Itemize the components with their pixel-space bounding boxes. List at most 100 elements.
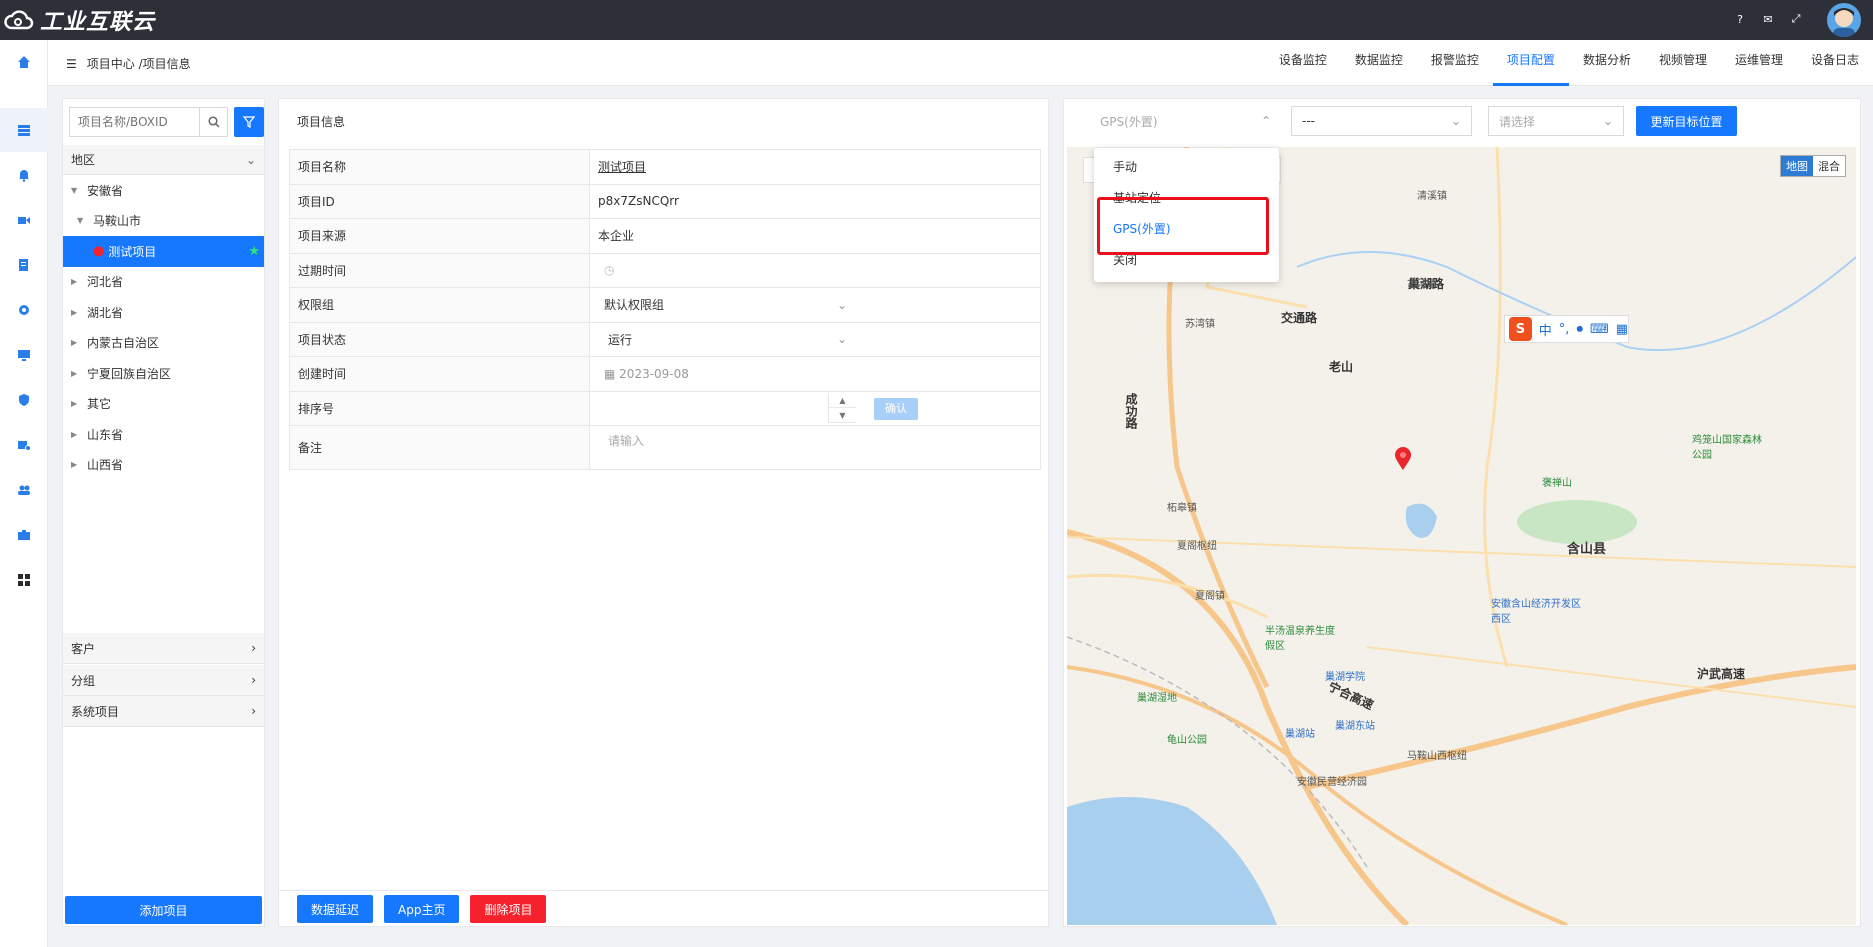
caret-right-icon: ▶ bbox=[71, 307, 78, 317]
document-icon[interactable] bbox=[0, 243, 48, 287]
accordion-group[interactable]: 分组 › bbox=[63, 665, 264, 696]
third-select[interactable]: 请选择 ⌄ bbox=[1488, 106, 1624, 136]
map-label: 交通路 bbox=[1281, 311, 1318, 325]
tree-node-shanxi[interactable]: ▶ 山西省 bbox=[63, 450, 264, 481]
home-icon[interactable] bbox=[0, 40, 48, 84]
users-icon[interactable] bbox=[0, 468, 48, 512]
quantity-stepper[interactable]: ▲ ▼ bbox=[828, 393, 856, 424]
menu-toggle-icon[interactable]: ☰ bbox=[66, 57, 77, 71]
tree-node-anhui[interactable]: ▼ 安徽省 bbox=[63, 175, 264, 206]
tree-node-hubei[interactable]: ▶ 湖北省 bbox=[63, 297, 264, 328]
delete-project-button[interactable]: 删除项目 bbox=[470, 895, 547, 923]
ime-toolbar[interactable]: S 中 °, ⏺ ⌨ ▦ bbox=[1504, 315, 1629, 343]
tab-device-monitor[interactable]: 设备监控 bbox=[1265, 40, 1341, 86]
map-type-hybrid[interactable]: 混合 bbox=[1813, 156, 1845, 176]
search-button[interactable] bbox=[200, 107, 228, 137]
increment-icon[interactable]: ▲ bbox=[829, 393, 856, 409]
map-label: 巢湖站 bbox=[1285, 729, 1315, 740]
project-sidebar: 地区 ⌄ ▼安徽省 ▼马鞍山市 ⬤测试项目★ ▶河北省 ▶湖北省 ▶内蒙古自治区… bbox=[62, 98, 265, 927]
tab-data-monitor[interactable]: 数据监控 bbox=[1341, 40, 1417, 86]
tab-ops-manage[interactable]: 运维管理 bbox=[1721, 40, 1797, 86]
help-icon[interactable]: ? bbox=[1733, 12, 1747, 26]
settings-icon[interactable] bbox=[0, 288, 48, 332]
caret-right-icon: ▶ bbox=[71, 368, 78, 378]
briefcase-icon[interactable] bbox=[0, 513, 48, 557]
tab-video-manage[interactable]: 视频管理 bbox=[1645, 40, 1721, 86]
option-manual[interactable]: 手动 bbox=[1094, 152, 1279, 183]
action-bar: 数据延迟 App主页 删除项目 bbox=[279, 890, 1048, 927]
tree-node-maanshan[interactable]: ▼ 马鞍山市 bbox=[63, 206, 264, 237]
project-icon[interactable] bbox=[0, 108, 48, 152]
chevron-right-icon: › bbox=[251, 704, 256, 718]
region-section-header[interactable]: 地区 ⌄ bbox=[63, 145, 264, 175]
sort-number-input[interactable] bbox=[590, 393, 828, 423]
tree-node-test-project[interactable]: ⬤ 测试项目 ★ bbox=[63, 236, 264, 267]
map-label: 褒禅山 bbox=[1542, 478, 1572, 489]
panel-title: 项目信息 bbox=[297, 115, 346, 129]
map-label: 苏湾镇 bbox=[1185, 319, 1215, 330]
data-delay-button[interactable]: 数据延迟 bbox=[297, 895, 374, 923]
tab-data-analysis[interactable]: 数据分析 bbox=[1569, 40, 1645, 86]
project-status-select[interactable]: 运行 ⌄ bbox=[598, 331, 853, 348]
page-header: ☰ 项目中心 /项目信息 设备监控 数据监控 报警监控 项目配置 数据分析 视频… bbox=[48, 40, 1873, 86]
second-select[interactable]: --- ⌄ bbox=[1291, 106, 1472, 136]
star-icon[interactable]: ★ bbox=[248, 244, 260, 259]
project-name-value[interactable]: 测试项目 bbox=[598, 160, 646, 174]
tab-device-log[interactable]: 设备日志 bbox=[1797, 40, 1873, 86]
cloud-logo-icon bbox=[4, 10, 34, 30]
caret-right-icon: ▶ bbox=[71, 429, 78, 439]
tree-node-other[interactable]: ▶ 其它 bbox=[63, 389, 264, 420]
fullscreen-icon[interactable]: ⤢ bbox=[1789, 12, 1803, 26]
tree-node-shandong[interactable]: ▶ 山东省 bbox=[63, 419, 264, 450]
bell-icon[interactable] bbox=[0, 153, 48, 197]
logo-text: 工业互联云 bbox=[40, 10, 156, 35]
accordion-system-project[interactable]: 系统项目 › bbox=[63, 696, 264, 727]
update-location-button[interactable]: 更新目标位置 bbox=[1636, 106, 1737, 136]
top-bar: 工业互联云 ? ✉ ⤢ bbox=[0, 0, 1873, 40]
tab-alarm-monitor[interactable]: 报警监控 bbox=[1417, 40, 1493, 86]
accordion-customer[interactable]: 客户 › bbox=[63, 633, 264, 664]
permission-group-select[interactable]: 默认权限组 ⌄ bbox=[598, 296, 853, 313]
tab-project-config[interactable]: 项目配置 bbox=[1492, 40, 1569, 86]
chevron-down-icon: ⌄ bbox=[836, 332, 847, 347]
app-logo[interactable]: 工业互联云 bbox=[4, 6, 156, 35]
caret-right-icon: ▶ bbox=[71, 277, 78, 287]
project-search-input[interactable] bbox=[69, 107, 200, 137]
chevron-right-icon: › bbox=[251, 641, 256, 655]
table-row: 创建时间 ▦ 2023-09-08 bbox=[289, 356, 1041, 392]
avatar[interactable] bbox=[1827, 3, 1861, 37]
remark-textarea[interactable]: 请输入 bbox=[598, 434, 644, 448]
breadcrumb-text: 项目中心 /项目信息 bbox=[86, 57, 191, 71]
microphone-icon[interactable]: ⏺ bbox=[1576, 322, 1583, 337]
location-marker[interactable] bbox=[1394, 447, 1412, 474]
apps-icon[interactable]: ▦ bbox=[1616, 322, 1628, 337]
device-settings-icon[interactable] bbox=[0, 423, 48, 467]
map-label: 马鞍山西枢纽 bbox=[1407, 751, 1467, 762]
tree-node-hebei[interactable]: ▶ 河北省 bbox=[63, 267, 264, 298]
chevron-right-icon: › bbox=[251, 673, 256, 687]
tree-node-ningxia[interactable]: ▶ 宁夏回族自治区 bbox=[63, 358, 264, 389]
decrement-icon[interactable]: ▼ bbox=[829, 408, 856, 424]
map-type-toggle[interactable]: 地图 混合 bbox=[1780, 155, 1846, 177]
monitor-icon[interactable] bbox=[0, 333, 48, 377]
map-type-map[interactable]: 地图 bbox=[1781, 156, 1813, 176]
filter-button[interactable] bbox=[234, 107, 264, 137]
punctuation-icon[interactable]: °, bbox=[1559, 322, 1570, 337]
map-label: 龟山公园 bbox=[1167, 735, 1207, 746]
grid-icon[interactable] bbox=[0, 558, 48, 602]
mail-icon[interactable]: ✉ bbox=[1761, 12, 1775, 26]
ime-mode[interactable]: 中 bbox=[1539, 320, 1552, 339]
shield-icon[interactable] bbox=[0, 378, 48, 422]
app-home-button[interactable]: App主页 bbox=[384, 895, 460, 923]
add-project-button[interactable]: 添加项目 bbox=[65, 896, 262, 924]
tree-node-neimenggu[interactable]: ▶ 内蒙古自治区 bbox=[63, 328, 264, 359]
location-mode-select[interactable]: GPS(外置) ⌃ bbox=[1090, 106, 1281, 136]
highlight-box bbox=[1097, 197, 1269, 255]
chevron-down-icon: ⌄ bbox=[836, 297, 847, 312]
expire-time-picker[interactable]: ◷ bbox=[598, 263, 614, 277]
nav-tabs: 设备监控 数据监控 报警监控 项目配置 数据分析 视频管理 运维管理 设备日志 bbox=[1265, 40, 1873, 86]
left-rail bbox=[0, 40, 48, 947]
keyboard-icon[interactable]: ⌨ bbox=[1590, 322, 1609, 337]
video-icon[interactable] bbox=[0, 198, 48, 242]
sort-confirm-button[interactable]: 确认 bbox=[874, 397, 918, 420]
